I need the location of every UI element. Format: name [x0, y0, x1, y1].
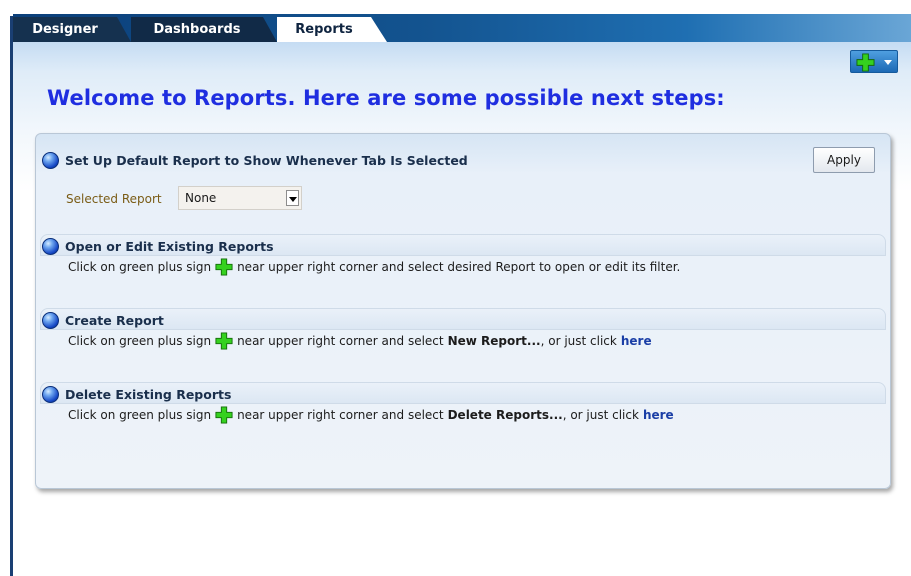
desc-text: near upper right corner and select — [237, 408, 444, 422]
create-report-link[interactable]: here — [621, 334, 652, 348]
new-report-menu-name: New Report... — [447, 334, 541, 348]
section-delete: Delete Existing Reports — [42, 382, 231, 406]
chevron-down-icon — [884, 60, 892, 65]
section-default-report: Set Up Default Report to Show Whenever T… — [42, 148, 468, 172]
next-steps-panel: Set Up Default Report to Show Whenever T… — [35, 133, 891, 489]
selected-report-label: Selected Report — [66, 192, 162, 206]
section-title: Create Report — [65, 312, 164, 328]
section-band — [40, 308, 886, 330]
delete-reports-link[interactable]: here — [643, 408, 674, 422]
selected-report-value: None — [185, 191, 217, 205]
green-plus-icon — [215, 406, 233, 424]
apply-button[interactable]: Apply — [813, 147, 875, 173]
section-title: Open or Edit Existing Reports — [65, 238, 274, 254]
selected-report-dropdown[interactable]: None — [178, 186, 302, 210]
tab-dashboards[interactable]: Dashboards — [131, 17, 277, 42]
open-edit-description: Click on green plus sign near upper righ… — [68, 258, 680, 276]
section-open-edit: Open or Edit Existing Reports — [42, 234, 274, 258]
desc-text: Click on green plus sign — [68, 408, 212, 422]
green-plus-icon — [856, 53, 875, 72]
blue-bullet-icon — [42, 237, 59, 255]
page-title: Welcome to Reports. Here are some possib… — [47, 86, 725, 110]
create-description: Click on green plus sign near upper righ… — [68, 332, 652, 350]
desc-text: Click on green plus sign — [68, 260, 212, 274]
add-menu-button[interactable] — [850, 50, 898, 73]
tab-bar: Designer Dashboards Reports — [13, 14, 911, 42]
blue-bullet-icon — [42, 151, 59, 169]
green-plus-icon — [215, 258, 233, 276]
tab-designer[interactable]: Designer — [13, 17, 131, 42]
desc-text: , or just click — [540, 334, 617, 348]
section-create: Create Report — [42, 308, 164, 332]
dropdown-arrow-icon[interactable] — [286, 190, 299, 206]
tab-reports[interactable]: Reports — [277, 17, 387, 42]
green-plus-icon — [215, 332, 233, 350]
desc-text: , or just click — [562, 408, 639, 422]
desc-text: Click on green plus sign — [68, 334, 212, 348]
delete-description: Click on green plus sign near upper righ… — [68, 406, 674, 424]
blue-bullet-icon — [42, 311, 59, 329]
delete-reports-menu-name: Delete Reports... — [447, 408, 563, 422]
blue-bullet-icon — [42, 385, 59, 403]
reports-content: Welcome to Reports. Here are some possib… — [13, 42, 911, 576]
section-title: Delete Existing Reports — [65, 386, 232, 402]
desc-text: near upper right corner and select desir… — [237, 260, 681, 274]
section-title: Set Up Default Report to Show Whenever T… — [65, 152, 468, 168]
app-frame: Designer Dashboards Reports Welcome to R… — [0, 0, 911, 576]
desc-text: near upper right corner and select — [237, 334, 444, 348]
